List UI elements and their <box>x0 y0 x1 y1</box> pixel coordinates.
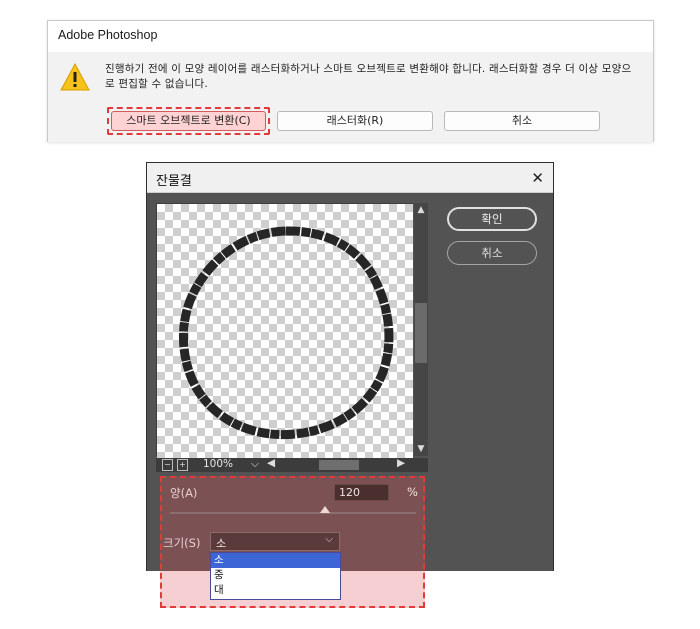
amount-unit: % <box>407 485 418 499</box>
amount-slider[interactable] <box>170 512 416 514</box>
convert-smart-object-button[interactable]: 스마트 오브젝트로 변환(C) <box>111 111 266 131</box>
amount-slider-thumb[interactable] <box>319 506 330 513</box>
chevron-down-icon: ⌵ <box>325 534 333 545</box>
size-label: 크기(S) <box>163 536 201 550</box>
alert-title: Adobe Photoshop <box>58 28 158 42</box>
rasterize-button[interactable]: 래스터화(R) <box>277 111 433 131</box>
size-selected-value: 소 <box>216 537 227 550</box>
alert-dialog: Adobe Photoshop 진행하기 전에 이 모양 레이어를 래스터화하거… <box>47 20 654 142</box>
warning-icon <box>60 63 90 91</box>
dialog-title: 잔물결 <box>147 163 553 193</box>
close-icon[interactable]: ✕ <box>531 169 544 187</box>
amount-input[interactable]: 120 <box>334 484 389 501</box>
alert-cancel-button[interactable]: 취소 <box>444 111 600 131</box>
parameters-layer: 양(A) 120 % 크기(S) 소 ⌵ <box>146 193 554 570</box>
size-select[interactable]: 소 ⌵ <box>210 532 340 551</box>
size-option-medium[interactable]: 중 <box>211 568 340 583</box>
size-option-large[interactable]: 대 <box>211 583 340 598</box>
size-dropdown-list: 소 중 대 <box>210 552 341 600</box>
alert-message: 진행하기 전에 이 모양 레이어를 래스터화하거나 스마트 오브젝트로 변환해야… <box>105 63 632 90</box>
alert-body: 진행하기 전에 이 모양 레이어를 래스터화하거나 스마트 오브젝트로 변환해야… <box>48 52 653 142</box>
size-option-small[interactable]: 소 <box>211 553 340 568</box>
amount-label: 양(A) <box>170 486 198 500</box>
